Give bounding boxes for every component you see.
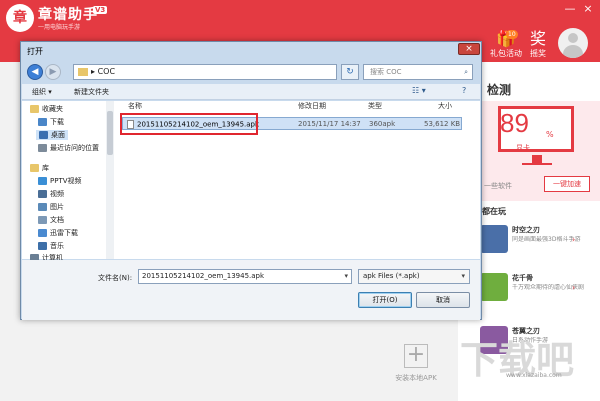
- address-path: COC: [97, 67, 116, 76]
- search-icon: ⌕: [464, 68, 468, 76]
- library-icon: [30, 164, 39, 172]
- minimize-button[interactable]: —: [562, 2, 578, 15]
- open-button[interactable]: 打开(O): [358, 292, 412, 308]
- music-icon: [38, 242, 47, 250]
- install-local-apk-button[interactable]: + 安装本地APK: [389, 344, 443, 383]
- organize-button[interactable]: 组织 ▾: [32, 87, 52, 97]
- game-thumbnail: [480, 225, 508, 253]
- chevron-right-icon: ›: [572, 283, 576, 292]
- highlight-box: [120, 113, 258, 135]
- award-icon: 奖: [530, 29, 547, 48]
- picture-icon: [38, 203, 47, 211]
- cancel-button[interactable]: 取消: [416, 292, 470, 308]
- nav-item-libraries[interactable]: 库: [30, 163, 49, 173]
- column-header-date[interactable]: 修改日期: [298, 101, 326, 111]
- column-header-size[interactable]: 大小: [438, 101, 452, 111]
- nav-item-videos[interactable]: 视频: [38, 189, 64, 199]
- navigation-bar: ◀ ▶ ▸ COC ▾ ↻ 搜索 COC ⌕: [25, 62, 477, 82]
- dialog-close-button[interactable]: ×: [458, 43, 480, 55]
- plus-icon: +: [404, 344, 428, 368]
- playing-title: 都在玩: [482, 207, 506, 216]
- navigation-pane: 收藏夹 下载 桌面 最近访问的位置 库 PPTV视频 视频 图片 文档 迅雷下载…: [22, 101, 114, 262]
- detect-title: 检测: [487, 83, 512, 97]
- recent-places-icon: [38, 144, 47, 152]
- score-unit: %: [546, 130, 554, 139]
- filetype-select[interactable]: apk Files (*.apk) ▾: [358, 269, 470, 284]
- app-logo: 章: [6, 4, 34, 32]
- desktop-icon: [39, 131, 48, 139]
- forward-button[interactable]: ▶: [45, 64, 61, 80]
- file-type: 360apk: [369, 120, 396, 128]
- filetype-value: apk Files (*.apk): [363, 272, 420, 280]
- dialog-toolbar: 组织 ▾ 新建文件夹 ☷ ▾ ?: [22, 84, 480, 100]
- nav-item-music[interactable]: 音乐: [38, 241, 64, 251]
- nav-scrollbar[interactable]: [106, 101, 114, 259]
- help-button[interactable]: ?: [462, 86, 466, 95]
- new-folder-button[interactable]: 新建文件夹: [74, 87, 109, 97]
- chevron-down-icon[interactable]: ▾: [344, 270, 348, 283]
- avatar[interactable]: [558, 28, 588, 58]
- app-title: 章谱助手: [38, 7, 98, 23]
- speed-up-button[interactable]: 一键加速: [544, 176, 590, 192]
- document-icon: [38, 216, 47, 224]
- app-slogan: 一用电脑玩手游: [38, 24, 81, 31]
- install-apk-label: 安装本地APK: [395, 374, 437, 382]
- search-input[interactable]: 搜索 COC ⌕: [363, 64, 473, 80]
- file-date: 2015/11/17 14:37: [298, 120, 361, 128]
- software-text: 一些软件: [484, 182, 512, 190]
- nav-item-documents[interactable]: 文档: [38, 215, 64, 225]
- star-icon: [30, 105, 39, 113]
- search-placeholder: 搜索 COC: [370, 68, 402, 76]
- scrollbar-thumb[interactable]: [107, 111, 113, 155]
- score-value: 89: [500, 108, 529, 138]
- watermark: 下载吧: [460, 340, 575, 382]
- column-header-name[interactable]: 名称: [128, 101, 142, 111]
- video-icon: [38, 190, 47, 198]
- chevron-right-icon: ›: [572, 235, 576, 244]
- game-thumbnail: [480, 273, 508, 301]
- award-button[interactable]: 奖 摇奖: [530, 30, 546, 59]
- gift-label: 礼包活动: [490, 49, 522, 58]
- nav-item-downloads[interactable]: 下载: [38, 117, 64, 127]
- open-file-dialog: 打开 × ◀ ▶ ▸ COC ▾ ↻ 搜索 COC ⌕ 组织 ▾ 新建文件夹 ☷…: [20, 41, 482, 320]
- folder-icon: [78, 67, 88, 76]
- download-folder-icon: [38, 118, 47, 126]
- nav-item-pictures[interactable]: 图片: [38, 202, 64, 212]
- dialog-footer: 文件名(N): 20151105214102_oem_13945.apk ▾ a…: [22, 260, 480, 320]
- back-button[interactable]: ◀: [27, 64, 43, 80]
- nav-item-thunder-downloads[interactable]: 迅雷下载: [38, 228, 78, 238]
- filename-value: 20151105214102_oem_13945.apk: [142, 272, 265, 280]
- version-badge: V3: [93, 6, 108, 14]
- gift-badge: 10: [506, 30, 518, 39]
- monitor-base: [522, 163, 552, 165]
- filename-label: 文件名(N):: [98, 274, 133, 282]
- nav-item-favorites[interactable]: 收藏夹: [30, 104, 63, 114]
- rank-label: 显卡: [516, 144, 530, 152]
- award-label: 摇奖: [530, 49, 546, 58]
- dialog-title: 打开: [27, 47, 43, 56]
- view-options-button[interactable]: ☷ ▾: [412, 86, 426, 95]
- nav-item-pptv[interactable]: PPTV视频: [38, 176, 82, 186]
- download-icon: [38, 229, 47, 237]
- nav-item-recent[interactable]: 最近访问的位置: [38, 143, 99, 153]
- filename-input[interactable]: 20151105214102_oem_13945.apk ▾: [138, 269, 352, 284]
- refresh-button[interactable]: ↻: [341, 64, 359, 80]
- chevron-down-icon: ▾: [461, 272, 465, 280]
- monitor-stand: [532, 155, 542, 163]
- game-name: 时空之刃: [512, 226, 540, 234]
- game-name: 花千骨: [512, 274, 533, 282]
- file-size: 53,612 KB: [424, 120, 461, 128]
- video-folder-icon: [38, 177, 47, 185]
- address-bar[interactable]: ▸ COC ▾: [73, 64, 378, 80]
- column-header-type[interactable]: 类型: [368, 101, 382, 111]
- nav-item-desktop[interactable]: 桌面: [36, 130, 68, 140]
- watermark-url: www.xiazaiba.com: [506, 372, 562, 379]
- gift-activity-button[interactable]: 🎁 10 礼包活动: [490, 30, 522, 59]
- close-app-button[interactable]: ×: [580, 2, 596, 15]
